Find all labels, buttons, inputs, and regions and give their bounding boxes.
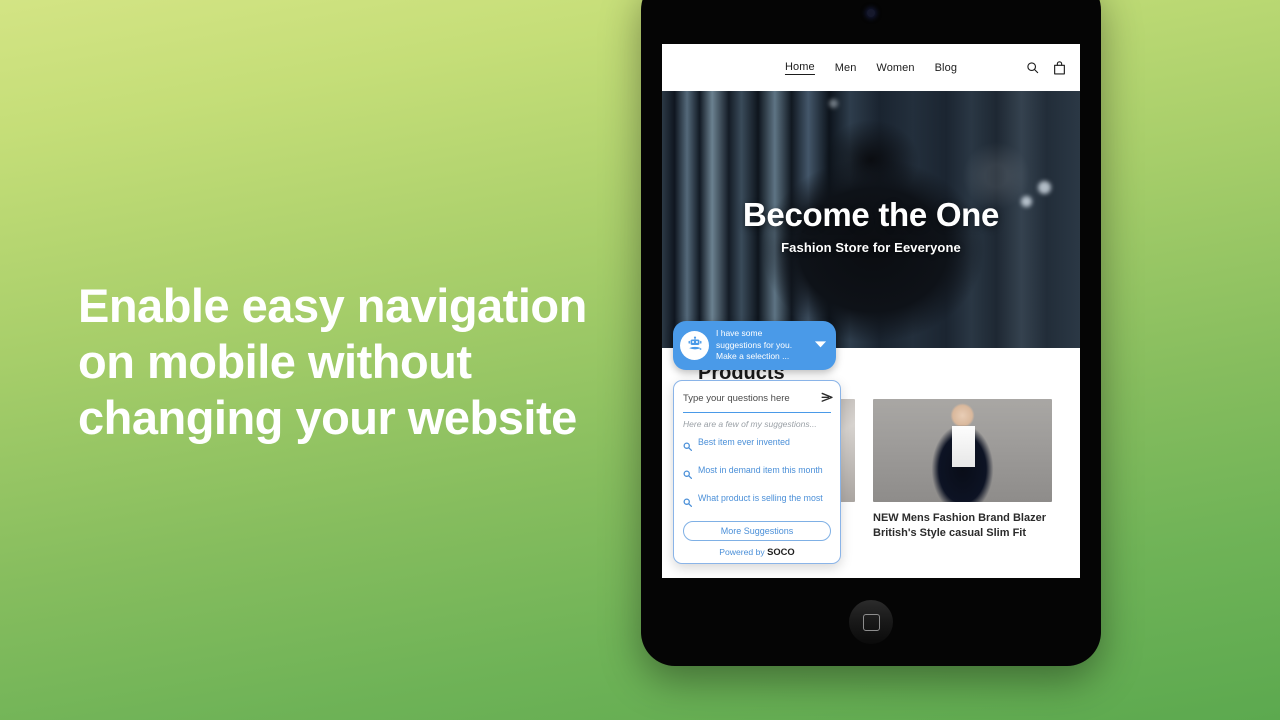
front-camera-icon: [867, 9, 875, 17]
product-card[interactable]: NEW Mens Fashion Brand Blazer British's …: [873, 399, 1052, 540]
chat-suggestion-item[interactable]: Most in demand item this month: [683, 465, 831, 484]
headline-line-1: Enable easy navigation: [78, 279, 587, 332]
chat-suggestion-item[interactable]: Best item ever invented: [683, 437, 831, 456]
nav-link-blog[interactable]: Blog: [935, 62, 957, 74]
search-icon: [683, 466, 692, 484]
chat-input-row: [683, 390, 834, 413]
nav-link-home[interactable]: Home: [784, 61, 815, 75]
nav-links: Home Men Women Blog: [784, 61, 957, 75]
chat-greeting-bubble[interactable]: I have some suggestions for you. Make a …: [673, 321, 836, 370]
chat-suggestion-label: Most in demand item this month: [698, 464, 823, 475]
hero-subtitle: Fashion Store for Eeveryone: [781, 240, 961, 255]
nav-link-women[interactable]: Women: [876, 62, 914, 74]
powered-by-brand: SOCO: [767, 545, 795, 557]
search-icon: [683, 494, 692, 512]
powered-by-prefix: Powered by: [719, 546, 765, 557]
powered-by-label: Powered by SOCO: [683, 546, 831, 557]
cart-icon[interactable]: [1053, 60, 1066, 75]
headline-line-2: on mobile without: [78, 335, 472, 388]
site-navbar: Home Men Women Blog: [662, 44, 1080, 91]
chat-suggestions-hint: Here are a few of my suggestions...: [683, 418, 817, 429]
hero-bokeh-light: [829, 98, 839, 108]
nav-icon-group: [1026, 60, 1066, 75]
tablet-screen: Home Men Women Blog Become the One Fashi…: [662, 44, 1080, 578]
chat-panel: Here are a few of my suggestions... Best…: [673, 379, 841, 564]
chat-suggestion-item[interactable]: What product is selling the most: [683, 493, 831, 512]
product-image-blazer[interactable]: [873, 399, 1052, 502]
chevron-down-icon[interactable]: [814, 336, 827, 354]
search-icon: [683, 438, 692, 456]
search-icon[interactable]: [1026, 61, 1039, 74]
home-button-glyph: [862, 613, 880, 631]
chat-suggestion-list: Best item ever invented Most in demand i…: [683, 437, 831, 512]
headline-line-3: changing your website: [78, 391, 577, 444]
home-button[interactable]: [849, 600, 893, 644]
tablet-device-frame: Home Men Women Blog Become the One Fashi…: [641, 0, 1101, 666]
robot-avatar-icon: [680, 330, 709, 360]
marketing-headline: Enable easy navigation on mobile without…: [78, 278, 638, 446]
chat-suggestion-label: What product is selling the most: [698, 492, 823, 503]
chat-input[interactable]: [683, 393, 815, 404]
chat-widget: I have some suggestions for you. Make a …: [673, 321, 853, 564]
product-title: NEW Mens Fashion Brand Blazer British's …: [873, 512, 1046, 539]
hero-title: Become the One: [742, 196, 1000, 233]
chat-greeting-text: I have some suggestions for you. Make a …: [716, 328, 793, 361]
nav-link-men[interactable]: Men: [835, 62, 857, 74]
hero-banner: Become the One Fashion Store for Eeveryo…: [662, 91, 1080, 348]
more-suggestions-button[interactable]: More Suggestions: [683, 520, 831, 541]
send-icon[interactable]: [821, 390, 834, 408]
chat-suggestion-label: Best item ever invented: [698, 436, 790, 447]
